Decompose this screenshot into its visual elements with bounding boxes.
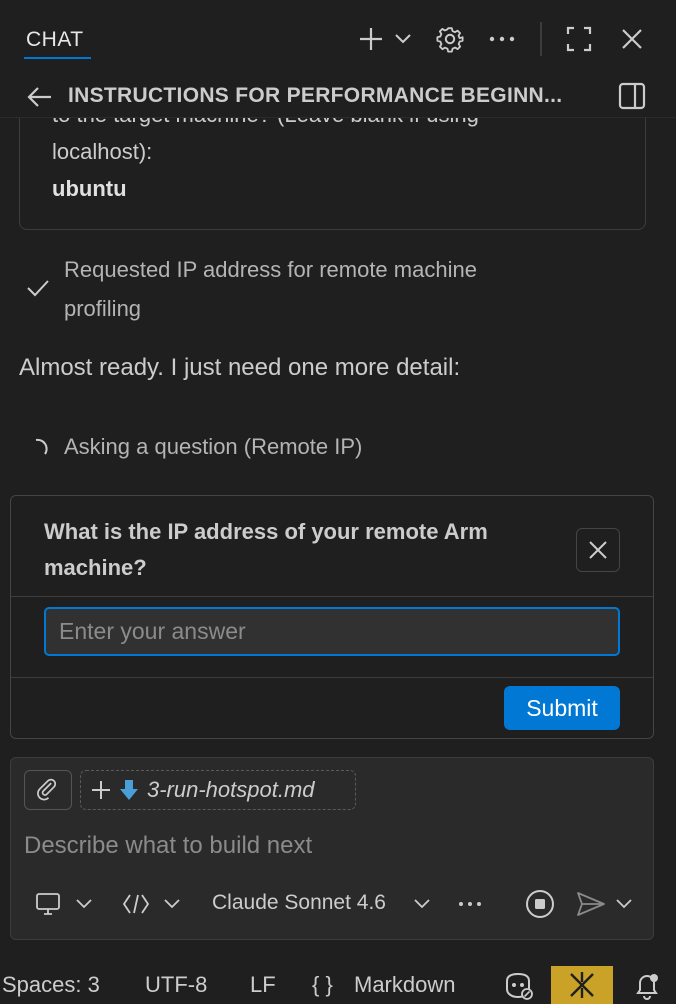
in-progress-step: Asking a question (Remote IP) <box>64 434 363 459</box>
notification-bell-icon[interactable] <box>630 970 664 1002</box>
gear-icon[interactable] <box>434 23 466 55</box>
back-arrow-icon[interactable] <box>24 82 56 112</box>
stop-icon[interactable] <box>524 888 556 920</box>
tab-chat[interactable]: CHAT <box>26 28 84 52</box>
encoding-status[interactable]: UTF-8 <box>145 972 207 998</box>
card-answer: ubuntu <box>52 176 127 201</box>
chevron-down-icon[interactable] <box>412 894 432 914</box>
submit-button[interactable]: Submit <box>504 686 620 730</box>
debug-status-item[interactable] <box>551 966 613 1004</box>
completed-step-line-2: profiling <box>64 296 142 321</box>
chevron-down-icon[interactable] <box>162 894 182 914</box>
attach-context-button[interactable] <box>24 770 72 810</box>
question-divider <box>11 596 653 597</box>
maximize-icon[interactable] <box>563 24 595 54</box>
chevron-down-icon[interactable] <box>614 894 634 914</box>
chat-input[interactable]: Describe what to build next <box>24 832 312 860</box>
paperclip-icon <box>37 778 57 801</box>
answer-input[interactable] <box>44 607 620 656</box>
no-debug-icon <box>570 972 594 998</box>
model-picker[interactable]: Claude Sonnet 4.6 <box>212 891 386 915</box>
question-divider <box>11 677 653 678</box>
completed-step-line-1: Requested IP address for remote machine <box>64 257 477 282</box>
indentation-status[interactable]: Spaces: 3 <box>2 972 100 998</box>
markdown-file-icon <box>120 780 138 800</box>
chevron-down-icon[interactable] <box>74 894 94 914</box>
language-mode-status[interactable]: Markdown <box>354 972 455 998</box>
tab-active-indicator <box>24 57 91 59</box>
eol-status[interactable]: LF <box>250 972 276 998</box>
question-line-1: What is the IP address of your remote Ar… <box>44 519 488 544</box>
split-view-icon[interactable] <box>615 80 649 112</box>
assistant-message: Almost ready. I just need one more detai… <box>19 354 461 381</box>
card-question-line-2: localhost): <box>52 139 153 164</box>
attached-file-chip[interactable]: 3-run-hotspot.md <box>80 770 356 810</box>
add-icon[interactable] <box>91 780 111 800</box>
question-line-2: machine? <box>44 555 147 580</box>
close-icon[interactable] <box>617 24 647 54</box>
send-icon[interactable] <box>574 888 608 920</box>
question-text: What is the IP address of your remote Ar… <box>44 514 564 586</box>
more-options-icon[interactable] <box>456 896 484 912</box>
agent-mode-icon[interactable] <box>120 890 152 918</box>
header-divider <box>540 22 542 56</box>
more-actions-icon[interactable] <box>486 26 518 52</box>
chevron-down-icon[interactable] <box>392 28 414 50</box>
checkmark-icon <box>26 278 50 300</box>
copilot-icon[interactable] <box>500 970 536 1002</box>
new-chat-icon[interactable] <box>354 24 388 54</box>
close-icon <box>589 541 607 559</box>
session-title: INSTRUCTIONS FOR PERFORMANCE BEGINN... <box>68 84 563 107</box>
loading-spinner-icon <box>30 436 52 458</box>
dismiss-question-button[interactable] <box>576 528 620 572</box>
attached-file-name: 3-run-hotspot.md <box>147 777 315 802</box>
completed-step: Requested IP address for remote machine … <box>64 250 624 328</box>
language-braces-icon[interactable]: { } <box>312 972 333 998</box>
computer-icon[interactable] <box>34 891 62 917</box>
